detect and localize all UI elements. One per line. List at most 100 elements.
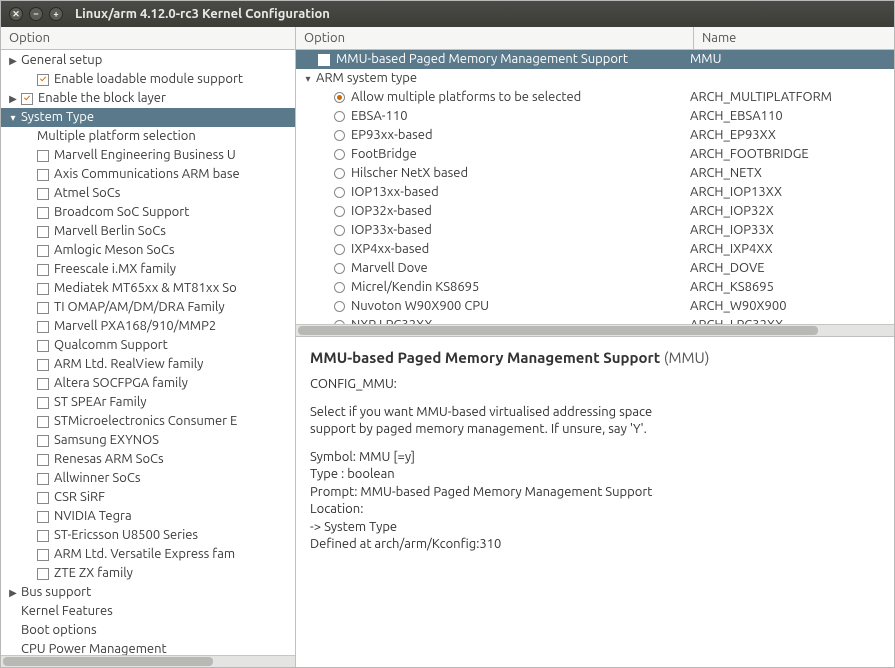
checkbox[interactable]: [37, 397, 49, 409]
right-tree-item[interactable]: IOP13xx-basedARCH_IOP13XX: [296, 183, 894, 202]
left-tree-item[interactable]: Enable loadable module support: [1, 70, 295, 89]
radio[interactable]: [334, 263, 345, 274]
left-tree-item[interactable]: ST-Ericsson U8500 Series: [1, 526, 295, 545]
left-tree-item[interactable]: CPU Power Management: [1, 640, 295, 655]
checkbox[interactable]: [37, 340, 49, 352]
left-tree-item[interactable]: ARM Ltd. RealView family: [1, 355, 295, 374]
left-tree-item[interactable]: Axis Communications ARM base: [1, 165, 295, 184]
minimize-icon[interactable]: –: [29, 7, 43, 21]
left-tree-item[interactable]: Atmel SoCs: [1, 184, 295, 203]
left-tree-item[interactable]: Broadcom SoC Support: [1, 203, 295, 222]
right-tree-item[interactable]: Marvell DoveARCH_DOVE: [296, 259, 894, 278]
radio[interactable]: [334, 225, 345, 236]
chevron-down-icon[interactable]: ▾: [7, 109, 19, 126]
radio[interactable]: [334, 149, 345, 160]
left-tree-item[interactable]: Marvell Berlin SoCs: [1, 222, 295, 241]
checkbox[interactable]: [37, 283, 49, 295]
right-tree-item[interactable]: Micrel/Kendin KS8695ARCH_KS8695: [296, 278, 894, 297]
right-tree-item[interactable]: IOP33x-basedARCH_IOP33X: [296, 221, 894, 240]
checkbox[interactable]: [37, 568, 49, 580]
left-tree-item[interactable]: Allwinner SoCs: [1, 469, 295, 488]
checkbox[interactable]: [37, 378, 49, 390]
left-tree-item[interactable]: Boot options: [1, 621, 295, 640]
left-tree-item[interactable]: Renesas ARM SoCs: [1, 450, 295, 469]
left-tree-item[interactable]: Freescale i.MX family: [1, 260, 295, 279]
radio[interactable]: [334, 130, 345, 141]
checkbox[interactable]: [37, 264, 49, 276]
checkbox[interactable]: [37, 454, 49, 466]
left-tree-item[interactable]: Marvell PXA168/910/MMP2: [1, 317, 295, 336]
right-tree-item[interactable]: Hilscher NetX basedARCH_NETX: [296, 164, 894, 183]
right-horizontal-scrollbar[interactable]: [296, 324, 894, 336]
right-tree[interactable]: MMU-based Paged Memory Management Suppor…: [296, 50, 894, 324]
right-tree-item[interactable]: IOP32x-basedARCH_IOP32X: [296, 202, 894, 221]
left-tree-item[interactable]: Altera SOCFPGA family: [1, 374, 295, 393]
left-horizontal-scrollbar[interactable]: [1, 655, 295, 667]
checkbox[interactable]: [37, 245, 49, 257]
right-tree-item[interactable]: MMU-based Paged Memory Management Suppor…: [296, 50, 894, 69]
radio[interactable]: [334, 168, 345, 179]
close-icon[interactable]: ✕: [9, 7, 23, 21]
left-tree-item[interactable]: NVIDIA Tegra: [1, 507, 295, 526]
checkbox[interactable]: [37, 511, 49, 523]
checkbox[interactable]: [37, 226, 49, 238]
checkbox[interactable]: [37, 359, 49, 371]
help-panel[interactable]: MMU-based Paged Memory Management Suppor…: [296, 337, 894, 667]
radio[interactable]: [334, 111, 345, 122]
chevron-right-icon[interactable]: ▶: [7, 584, 19, 601]
checkbox[interactable]: [37, 473, 49, 485]
right-tree-item[interactable]: IXP4xx-basedARCH_IXP4XX: [296, 240, 894, 259]
checkbox[interactable]: [37, 549, 49, 561]
left-tree-item[interactable]: ▶Bus support: [1, 583, 295, 602]
checkbox[interactable]: [37, 302, 49, 314]
left-tree-item[interactable]: ▾System Type: [1, 108, 295, 127]
left-tree-item[interactable]: ▶Enable the block layer: [1, 89, 295, 108]
left-tree[interactable]: ▶General setupEnable loadable module sup…: [1, 50, 295, 655]
chevron-right-icon[interactable]: ▶: [7, 90, 19, 107]
checkbox[interactable]: [37, 207, 49, 219]
left-tree-item[interactable]: STMicroelectronics Consumer E: [1, 412, 295, 431]
left-tree-item[interactable]: ST SPEAr Family: [1, 393, 295, 412]
checkbox[interactable]: [37, 150, 49, 162]
right-tree-item[interactable]: FootBridgeARCH_FOOTBRIDGE: [296, 145, 894, 164]
checkbox[interactable]: [37, 188, 49, 200]
right-tree-item[interactable]: EBSA-110ARCH_EBSA110: [296, 107, 894, 126]
radio[interactable]: [334, 244, 345, 255]
left-tree-item[interactable]: CSR SiRF: [1, 488, 295, 507]
left-tree-item[interactable]: Kernel Features: [1, 602, 295, 621]
radio[interactable]: [334, 282, 345, 293]
right-tree-item[interactable]: NXP LPC32XXARCH_LPC32XX: [296, 316, 894, 324]
checkbox[interactable]: [37, 530, 49, 542]
right-header-option[interactable]: Option: [296, 27, 694, 49]
maximize-icon[interactable]: +: [49, 7, 63, 21]
left-tree-item[interactable]: Multiple platform selection: [1, 127, 295, 146]
checkbox[interactable]: [37, 321, 49, 333]
radio[interactable]: [334, 301, 345, 312]
checkbox[interactable]: [37, 492, 49, 504]
chevron-right-icon[interactable]: ▶: [7, 52, 19, 69]
checkbox[interactable]: [37, 74, 49, 86]
left-tree-item[interactable]: ZTE ZX family: [1, 564, 295, 583]
checkbox[interactable]: [21, 93, 33, 105]
right-tree-item[interactable]: Nuvoton W90X900 CPUARCH_W90X900: [296, 297, 894, 316]
left-tree-item[interactable]: ARM Ltd. Versatile Express fam: [1, 545, 295, 564]
left-tree-item[interactable]: Amlogic Meson SoCs: [1, 241, 295, 260]
left-tree-item[interactable]: ▶General setup: [1, 51, 295, 70]
left-tree-item[interactable]: Samsung EXYNOS: [1, 431, 295, 450]
checkbox[interactable]: [318, 54, 330, 66]
chevron-down-icon[interactable]: ▾: [302, 70, 314, 87]
left-column-header[interactable]: Option: [1, 27, 295, 50]
left-tree-item[interactable]: Qualcomm Support: [1, 336, 295, 355]
right-header-name[interactable]: Name: [694, 27, 894, 49]
checkbox[interactable]: [37, 435, 49, 447]
radio[interactable]: [334, 187, 345, 198]
right-tree-item[interactable]: EP93xx-basedARCH_EP93XX: [296, 126, 894, 145]
checkbox[interactable]: [37, 169, 49, 181]
left-tree-item[interactable]: TI OMAP/AM/DM/DRA Family: [1, 298, 295, 317]
right-tree-item[interactable]: Allow multiple platforms to be selectedA…: [296, 88, 894, 107]
radio[interactable]: [334, 92, 345, 103]
checkbox[interactable]: [37, 416, 49, 428]
titlebar[interactable]: ✕ – + Linux/arm 4.12.0-rc3 Kernel Config…: [1, 1, 894, 27]
left-tree-item[interactable]: Marvell Engineering Business U: [1, 146, 295, 165]
right-tree-item[interactable]: ▾ARM system type: [296, 69, 894, 88]
